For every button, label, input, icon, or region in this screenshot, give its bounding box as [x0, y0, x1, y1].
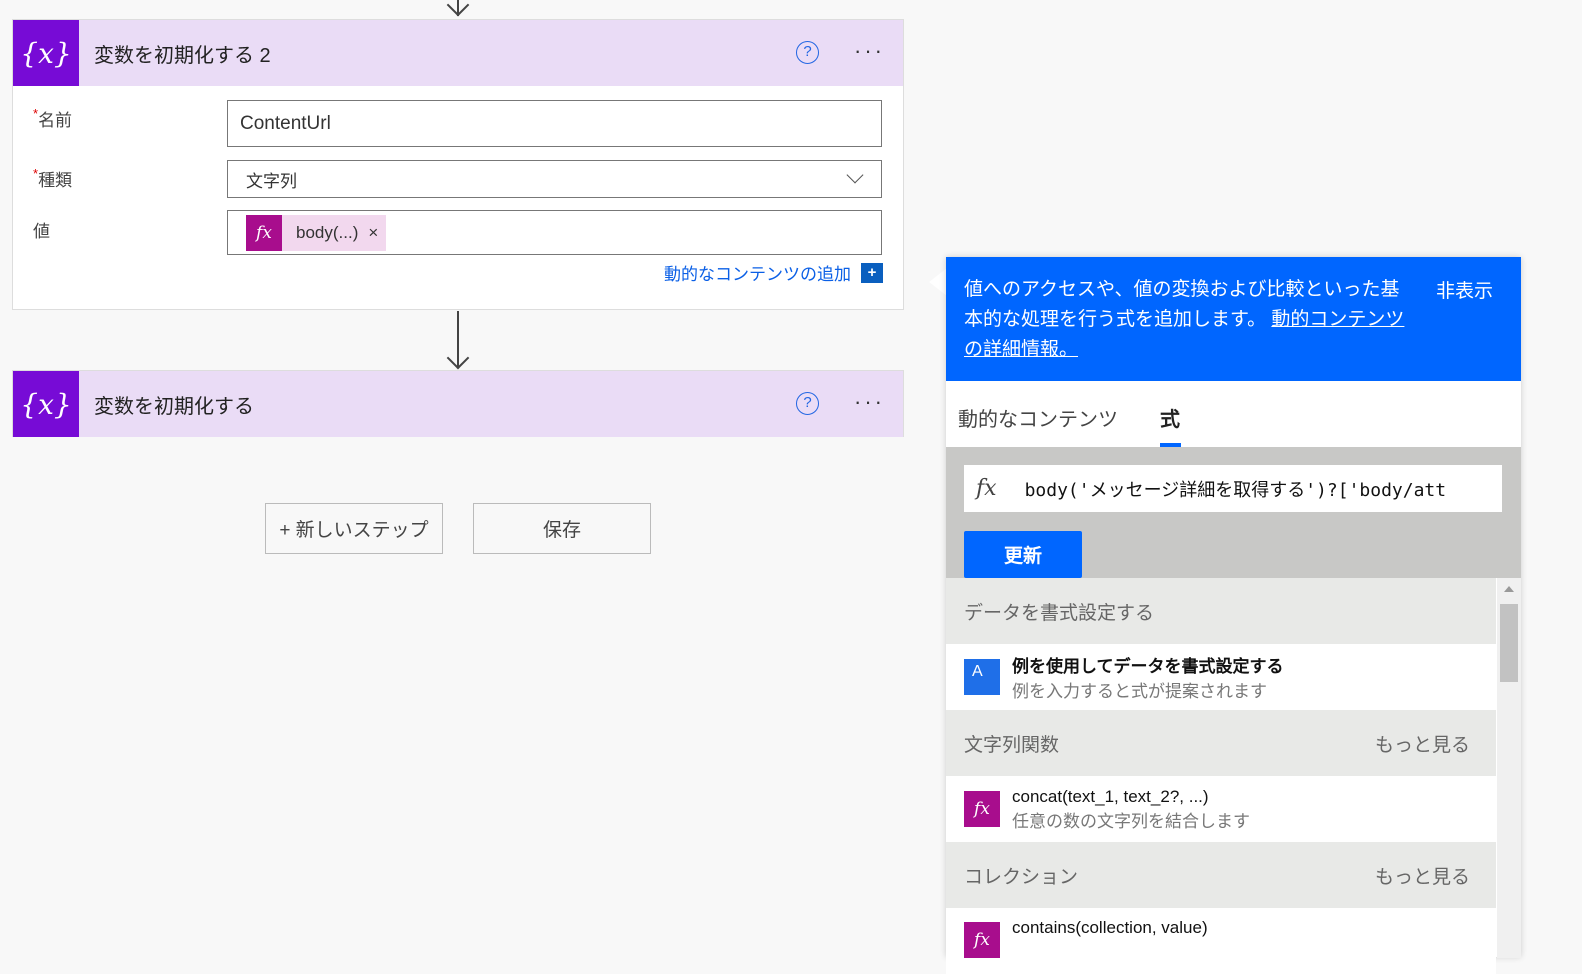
info-banner: 値へのアクセスや、値の変換および比較といった基本的な処理を行う式を追加します。 …	[946, 257, 1521, 381]
name-label: *名前	[33, 106, 72, 131]
name-value: ContentUrl	[240, 112, 331, 134]
value-label: 値	[33, 222, 50, 241]
help-icon[interactable]: ?	[796, 41, 819, 64]
format-by-example-icon: A	[964, 659, 1000, 695]
item-name: contains(collection, value)	[1012, 918, 1208, 937]
item-description: 任意の数の文字列を結合します	[1012, 811, 1250, 831]
help-icon[interactable]: ?	[796, 392, 819, 415]
section-header: データを書式設定する	[946, 578, 1496, 644]
expression-text: body('メッセージ詳細を取得する')?['body/att	[1024, 479, 1447, 501]
scroll-up-icon[interactable]	[1504, 586, 1514, 592]
chevron-down-icon	[846, 166, 864, 184]
name-input[interactable]: ContentUrl	[227, 100, 882, 147]
function-list: データを書式設定する A 例を使用してデータを書式設定する 例を入力すると式が提案…	[946, 578, 1496, 974]
init-variable-card: {x} 変数を初期化する ? ···	[12, 370, 904, 437]
type-label-text: 種類	[38, 171, 73, 190]
tab-expression[interactable]: 式	[1160, 403, 1180, 432]
name-label-text: 名前	[38, 111, 73, 130]
section-title: データを書式設定する	[964, 602, 1155, 624]
add-dynamic-content-link[interactable]: 動的なコンテンツの追加 +	[664, 260, 883, 285]
list-item[interactable]: A 例を使用してデータを書式設定する 例を入力すると式が提案されます	[946, 644, 1496, 710]
plus-icon: +	[861, 262, 883, 283]
panel-tabs: 動的なコンテンツ 式	[946, 381, 1521, 447]
info-text-block: 値へのアクセスや、値の変換および比較といった基本的な処理を行う式を追加します。 …	[964, 275, 1414, 365]
card-header[interactable]: {x} 変数を初期化する ? ···	[13, 371, 903, 437]
panel-pointer	[929, 268, 947, 296]
item-name: concat(text_1, text_2?, ...)	[1012, 786, 1209, 806]
dynamic-content-panel: 値へのアクセスや、値の変換および比較といった基本的な処理を行う式を追加します。 …	[946, 257, 1521, 974]
expression-token[interactable]: fx body(...) ×	[246, 214, 387, 251]
hide-button[interactable]: 非表示	[1436, 277, 1493, 307]
card-header[interactable]: {x} 変数を初期化する 2 ? ···	[13, 20, 903, 86]
init-variable-card-2: {x} 変数を初期化する 2 ? ··· *名前 ContentUrl *種類 …	[12, 19, 904, 310]
fx-icon: fx	[976, 476, 997, 501]
more-options-icon[interactable]: ···	[854, 38, 885, 64]
token-label: body(...)	[296, 222, 359, 242]
section-title: コレクション	[964, 866, 1079, 888]
fx-icon: fx	[964, 791, 1000, 827]
save-button[interactable]: 保存	[473, 503, 651, 554]
variable-icon: {x}	[13, 20, 79, 86]
arrow-head	[446, 346, 470, 370]
scrollbar-thumb[interactable]	[1500, 604, 1518, 682]
section-header: 文字列関数 もっと見る	[946, 710, 1496, 776]
item-name: 例を使用してデータを書式設定する	[1012, 657, 1284, 676]
list-item[interactable]: fx concat(text_1, text_2?, ...) 任意の数の文字列を…	[946, 776, 1496, 842]
card-title[interactable]: 変数を初期化する 2	[94, 39, 271, 68]
scrollbar[interactable]	[1497, 578, 1521, 958]
update-button[interactable]: 更新	[964, 531, 1082, 578]
see-more-link[interactable]: もっと見る	[1375, 862, 1470, 889]
new-step-button[interactable]: + 新しいステップ	[265, 503, 443, 554]
arrow-head	[446, 0, 470, 17]
expression-area: fx body('メッセージ詳細を取得する')?['body/att 更新	[946, 447, 1521, 578]
fx-icon: fx	[246, 214, 282, 251]
more-options-icon[interactable]: ···	[854, 389, 885, 415]
tab-dynamic-content[interactable]: 動的なコンテンツ	[958, 403, 1118, 432]
list-item[interactable]: fx contains(collection, value)	[946, 908, 1496, 974]
add-dynamic-label: 動的なコンテンツの追加	[664, 265, 851, 284]
type-value: 文字列	[246, 171, 297, 191]
see-more-link[interactable]: もっと見る	[1375, 730, 1470, 757]
variable-icon: {x}	[13, 371, 79, 437]
type-select[interactable]: 文字列	[227, 160, 882, 198]
token-remove-icon[interactable]: ×	[368, 223, 378, 243]
item-description: 例を入力すると式が提案されます	[1012, 682, 1267, 701]
expression-input[interactable]: fx body('メッセージ詳細を取得する')?['body/att	[964, 465, 1502, 512]
section-title: 文字列関数	[964, 734, 1060, 756]
type-label: *種類	[33, 166, 72, 191]
fx-icon: fx	[964, 922, 1000, 958]
value-input[interactable]: fx body(...) ×	[227, 210, 882, 255]
section-header: コレクション もっと見る	[946, 842, 1496, 908]
card-title[interactable]: 変数を初期化する	[94, 390, 254, 419]
